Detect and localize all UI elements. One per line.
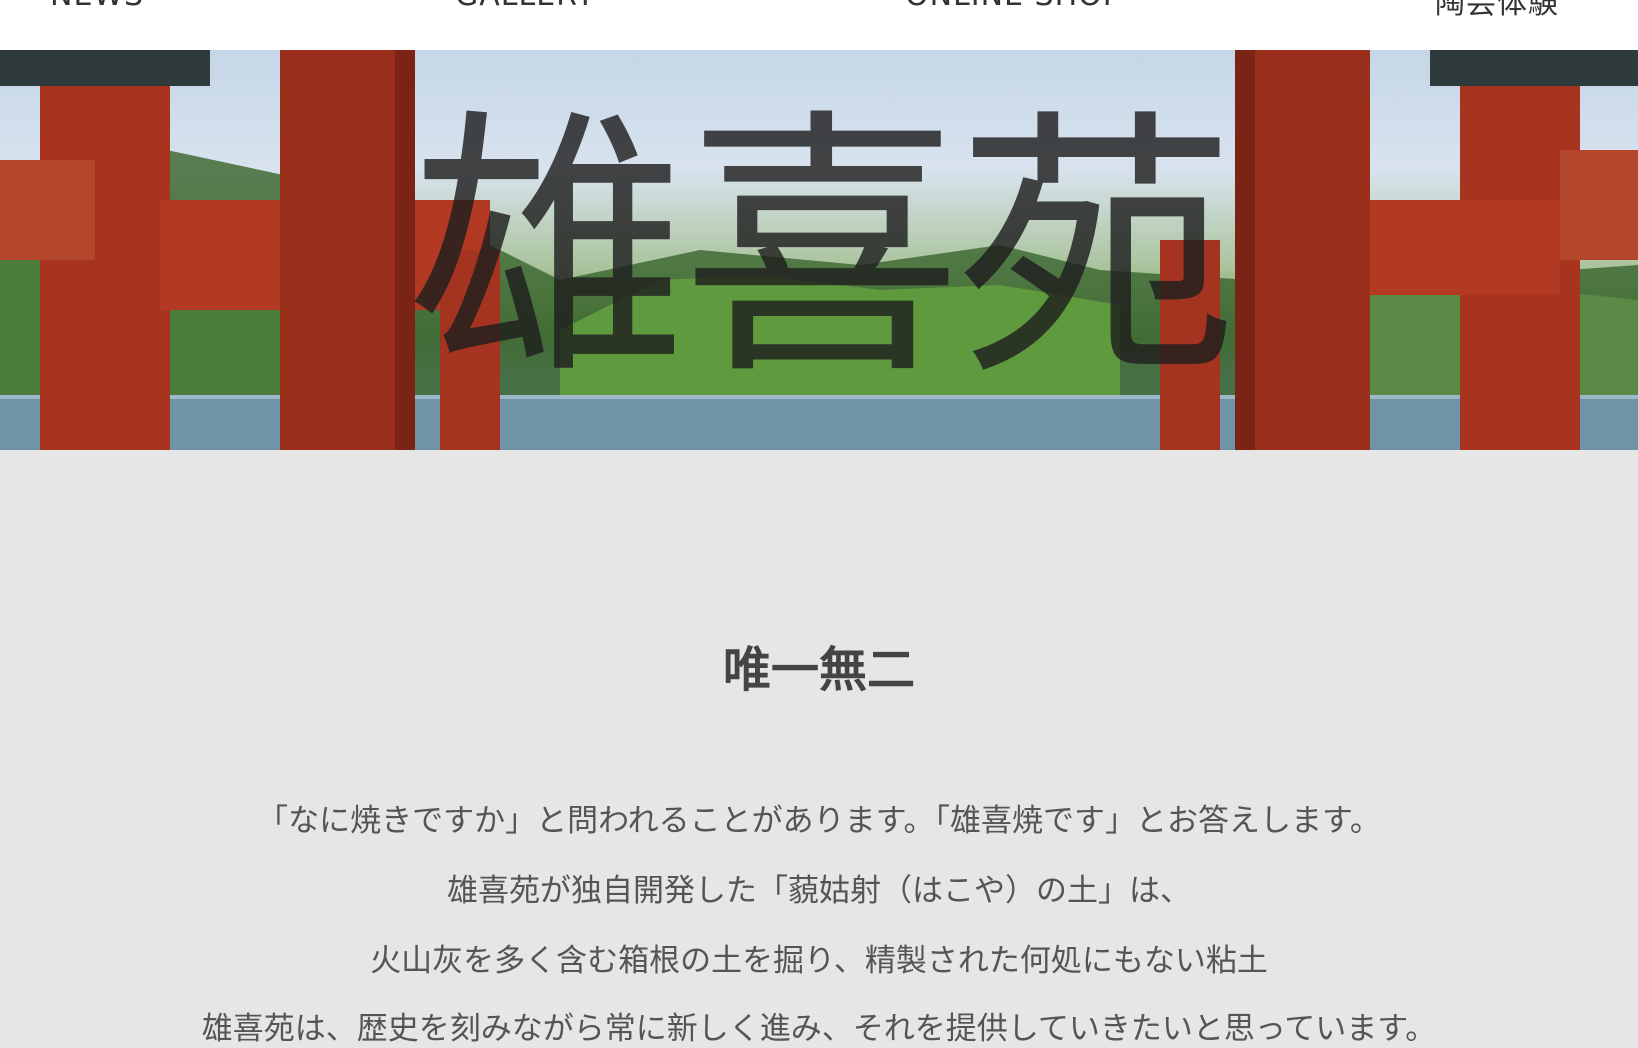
hero-title: 雄喜苑 <box>408 87 1236 413</box>
intro-line-4: 雄喜苑は、歴史を刻みながら常に新しく進み、それを提供していきたいと思っています。 <box>201 1011 1437 1047</box>
section-heading: 唯一無二 <box>722 642 915 698</box>
intro-line-1: 「なに焼きですか」と問われることがあります。「雄喜焼です」とお答えします。 <box>257 803 1381 839</box>
hero-banner: 雄喜苑 <box>0 50 1638 450</box>
nav-item-online-shop[interactable]: ONLINE SHOP <box>905 0 1122 13</box>
top-navigation: NEWS GALLERY ONLINE SHOP 陶芸体験 <box>0 0 1638 50</box>
nav-item-gallery[interactable]: GALLERY <box>455 0 595 13</box>
nav-item-pottery-experience[interactable]: 陶芸体験 <box>1435 0 1559 22</box>
intro-line-3: 火山灰を多く含む箱根の土を掘り、精製された何処にもない粘土 <box>370 943 1268 979</box>
nav-item-news[interactable]: NEWS <box>50 0 144 13</box>
intro-section: 唯一無二 「なに焼きですか」と問われることがあります。「雄喜焼です」とお答えしま… <box>0 450 1638 1048</box>
intro-line-2: 雄喜苑が独自開発した「藐姑射（はこや）の土」は、 <box>447 873 1191 909</box>
